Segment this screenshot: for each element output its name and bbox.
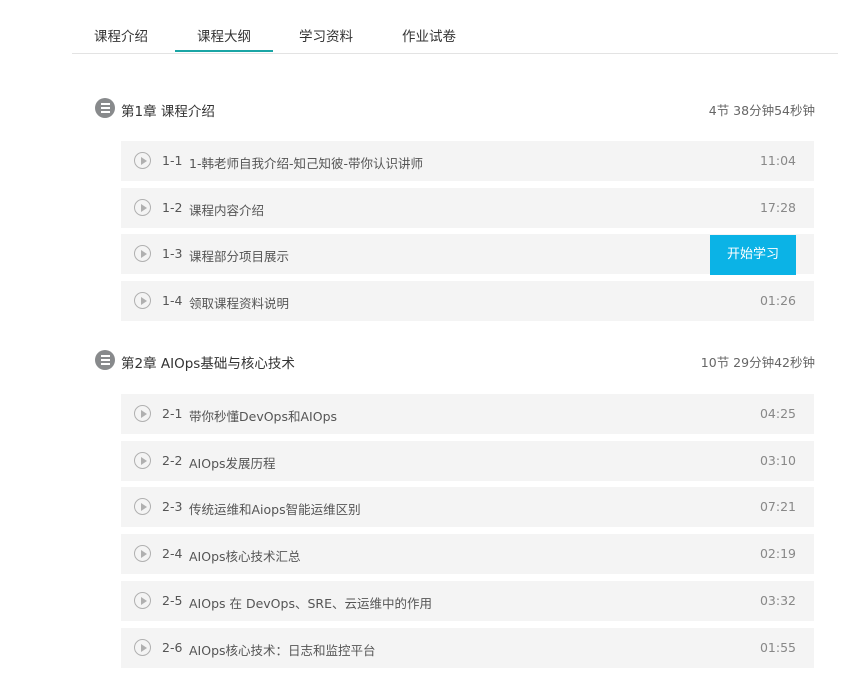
lesson-title: 课程内容介绍 [189, 203, 265, 218]
lesson-duration: 07:21 [759, 499, 796, 514]
lesson-number: 1-2 [162, 200, 183, 215]
tab-study-materials[interactable]: 学习资料 [299, 25, 353, 45]
play-circle-icon [134, 405, 151, 422]
lesson-title: 传统运维和Aiops智能运维区别 [189, 502, 361, 517]
lesson-title: 课程部分项目展示 [189, 249, 290, 264]
play-circle-icon [134, 498, 151, 515]
lesson-number: 2-3 [162, 499, 183, 514]
lesson-row[interactable]: 1-4 领取课程资料说明 01:26 [121, 281, 814, 321]
list-icon [95, 98, 115, 118]
start-learning-button[interactable]: 开始学习 [710, 235, 796, 275]
lesson-number: 2-6 [162, 640, 183, 655]
list-icon [95, 350, 115, 370]
lesson-row[interactable]: 2-5 AIOps 在 DevOps、SRE、云运维中的作用 03:32 [121, 581, 814, 621]
lesson-row[interactable]: 2-3 传统运维和Aiops智能运维区别 07:21 [121, 487, 814, 527]
lesson-number: 2-4 [162, 546, 183, 561]
lesson-row[interactable]: 2-6 AIOps核心技术：日志和监控平台 01:55 [121, 628, 814, 668]
chapter-meta: 10节 29分钟42秒钟 [700, 355, 815, 370]
play-circle-icon [134, 292, 151, 309]
lesson-number: 2-2 [162, 453, 183, 468]
lesson-row[interactable]: 1-3 课程部分项目展示 开始学习 [121, 234, 814, 275]
play-circle-icon [134, 452, 151, 469]
tab-course-outline[interactable]: 课程大纲 [175, 25, 273, 52]
lesson-number: 1-4 [162, 293, 183, 308]
lesson-duration: 17:28 [759, 200, 796, 215]
lesson-title: 1-韩老师自我介绍-知己知彼-带你认识讲师 [189, 156, 423, 171]
lesson-title: AIOps发展历程 [189, 456, 276, 471]
lesson-title: AIOps核心技术：日志和监控平台 [189, 643, 376, 658]
lesson-row[interactable]: 2-2 AIOps发展历程 03:10 [121, 441, 814, 481]
lesson-row[interactable]: 1-1 1-韩老师自我介绍-知己知彼-带你认识讲师 11:04 [121, 141, 814, 181]
play-circle-icon [134, 545, 151, 562]
lesson-number: 1-1 [162, 153, 183, 168]
lesson-duration: 03:32 [759, 593, 796, 608]
lesson-row[interactable]: 2-1 带你秒懂DevOps和AIOps 04:25 [121, 394, 814, 434]
lesson-duration: 04:25 [759, 406, 796, 421]
lesson-title: 带你秒懂DevOps和AIOps [189, 409, 338, 424]
lesson-title: AIOps 在 DevOps、SRE、云运维中的作用 [189, 596, 432, 611]
play-circle-icon [134, 592, 151, 609]
lesson-number: 1-3 [162, 246, 183, 261]
tab-homework-exams[interactable]: 作业试卷 [402, 25, 456, 45]
play-circle-icon [134, 199, 151, 216]
lesson-number: 2-5 [162, 593, 183, 608]
chapter-title: 第2章 AIOps基础与核心技术 [121, 356, 295, 372]
chapter-meta: 4节 38分钟54秒钟 [708, 103, 815, 118]
lesson-duration: 03:10 [759, 453, 796, 468]
lesson-title: AIOps核心技术汇总 [189, 549, 301, 564]
play-circle-icon [134, 245, 151, 262]
lesson-duration: 01:26 [759, 293, 796, 308]
course-tabs: 课程介绍 课程大纲 学习资料 作业试卷 [72, 0, 838, 54]
lesson-duration: 11:04 [759, 153, 796, 168]
lesson-duration: 01:55 [759, 640, 796, 655]
play-circle-icon [134, 639, 151, 656]
chapter-header: 第2章 AIOps基础与核心技术 10节 29分钟42秒钟 [95, 349, 815, 373]
chapter-header: 第1章 课程介绍 4节 38分钟54秒钟 [95, 97, 815, 121]
lesson-duration: 02:19 [759, 546, 796, 561]
lesson-number: 2-1 [162, 406, 183, 421]
play-circle-icon [134, 152, 151, 169]
lesson-row[interactable]: 1-2 课程内容介绍 17:28 [121, 188, 814, 228]
lesson-row[interactable]: 2-4 AIOps核心技术汇总 02:19 [121, 534, 814, 574]
tab-course-intro[interactable]: 课程介绍 [94, 25, 148, 45]
chapter-title: 第1章 课程介绍 [121, 104, 215, 120]
lesson-title: 领取课程资料说明 [189, 296, 290, 311]
